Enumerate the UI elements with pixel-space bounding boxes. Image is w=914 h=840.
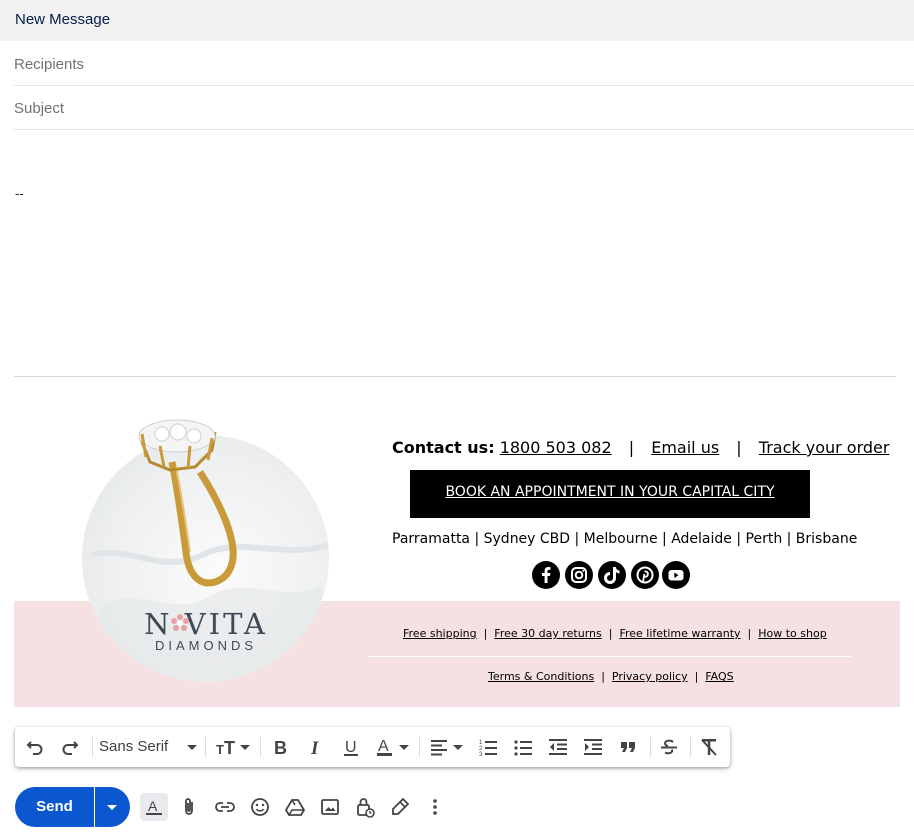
svg-text:A: A	[148, 798, 158, 814]
font-size-icon[interactable]: TT	[216, 737, 252, 757]
footer-links-row1: Free shipping | Free 30 day returns | Free l…	[403, 627, 827, 640]
ring-illustration	[138, 419, 237, 587]
svg-text:I: I	[310, 738, 319, 757]
more-options-icon[interactable]	[423, 795, 447, 819]
contact-label: Contact us:	[392, 438, 495, 457]
align-icon[interactable]	[429, 737, 465, 757]
underline-icon[interactable]: U	[341, 737, 361, 757]
strikethrough-icon[interactable]	[659, 737, 679, 757]
svg-text:T: T	[224, 738, 235, 757]
indent-less-icon[interactable]	[548, 737, 568, 757]
email-us-link[interactable]: Email us	[651, 438, 719, 457]
photo-icon[interactable]	[318, 795, 342, 819]
formatting-options-icon[interactable]: A	[142, 795, 166, 819]
youtube-icon[interactable]	[662, 561, 690, 589]
svg-text:B: B	[274, 738, 287, 757]
bold-icon[interactable]: B	[271, 737, 291, 757]
chevron-down-icon	[107, 805, 117, 810]
separator: |	[736, 438, 742, 457]
redo-icon[interactable]	[60, 737, 80, 757]
signature-divider	[14, 376, 896, 377]
indent-more-icon[interactable]	[583, 737, 603, 757]
contact-row: Contact us: 1800 503 082 | Email us | Tr…	[392, 438, 889, 457]
tiktok-icon[interactable]	[598, 561, 626, 589]
schedule-send-dropdown[interactable]	[95, 787, 130, 827]
emoji-icon[interactable]	[248, 795, 272, 819]
svg-text:3: 3	[479, 752, 483, 757]
text-color-icon[interactable]: A	[376, 737, 412, 757]
facebook-icon[interactable]	[532, 561, 560, 589]
recipients-field[interactable]: Recipients	[14, 42, 914, 86]
logo-flower-icon	[171, 614, 189, 631]
italic-icon[interactable]: I	[306, 737, 326, 757]
subject-field[interactable]: Subject	[14, 86, 914, 130]
svg-text:A: A	[378, 738, 389, 755]
attach-icon[interactable]	[177, 795, 201, 819]
font-family-select[interactable]: Sans Serif	[99, 738, 168, 755]
subject-placeholder: Subject	[14, 100, 65, 117]
drive-icon[interactable]	[283, 795, 307, 819]
link-icon[interactable]	[213, 795, 237, 819]
compose-header: New Message	[0, 0, 914, 41]
numbered-list-icon[interactable]: 123	[478, 737, 498, 757]
recipients-placeholder: Recipients	[14, 56, 85, 73]
footer-links-row2: Terms & Conditions | Privacy policy | FAQS	[488, 670, 734, 683]
phone-link[interactable]: 1800 503 082	[500, 438, 612, 457]
terms-link[interactable]: Terms & Conditions	[488, 670, 594, 683]
free-shipping-link[interactable]: Free shipping	[403, 627, 477, 640]
pinterest-icon[interactable]	[631, 561, 659, 589]
separator: |	[628, 438, 635, 457]
message-body[interactable]: --	[15, 186, 24, 201]
lifetime-warranty-link[interactable]: Free lifetime warranty	[619, 627, 740, 640]
privacy-link[interactable]: Privacy policy	[612, 670, 688, 683]
svg-text:T: T	[216, 742, 224, 757]
confidential-icon[interactable]	[353, 795, 377, 819]
footer-divider	[369, 656, 851, 657]
quote-icon[interactable]	[618, 737, 638, 757]
faqs-link[interactable]: FAQS	[705, 670, 733, 683]
chevron-down-icon[interactable]	[185, 737, 199, 757]
bulleted-list-icon[interactable]	[513, 737, 533, 757]
undo-icon[interactable]	[25, 737, 45, 757]
formatting-toolbar: Sans Serif TT B I U A 123	[15, 727, 730, 767]
how-to-shop-link[interactable]: How to shop	[758, 627, 826, 640]
compose-title: New Message	[15, 11, 111, 28]
send-button[interactable]: Send	[15, 787, 94, 827]
novita-logo: N VITA DIAMONDS	[144, 607, 268, 653]
book-appointment-button[interactable]: BOOK AN APPOINTMENT IN YOUR CAPITAL CITY	[410, 470, 810, 518]
remove-formatting-icon[interactable]	[699, 737, 719, 757]
signature-icon[interactable]	[388, 795, 412, 819]
free-returns-link[interactable]: Free 30 day returns	[494, 627, 601, 640]
instagram-icon[interactable]	[565, 561, 593, 589]
track-order-link[interactable]: Track your order	[759, 438, 890, 457]
svg-text:U: U	[345, 739, 357, 756]
city-list: Parramatta | Sydney CBD | Melbourne | Ad…	[392, 531, 858, 547]
